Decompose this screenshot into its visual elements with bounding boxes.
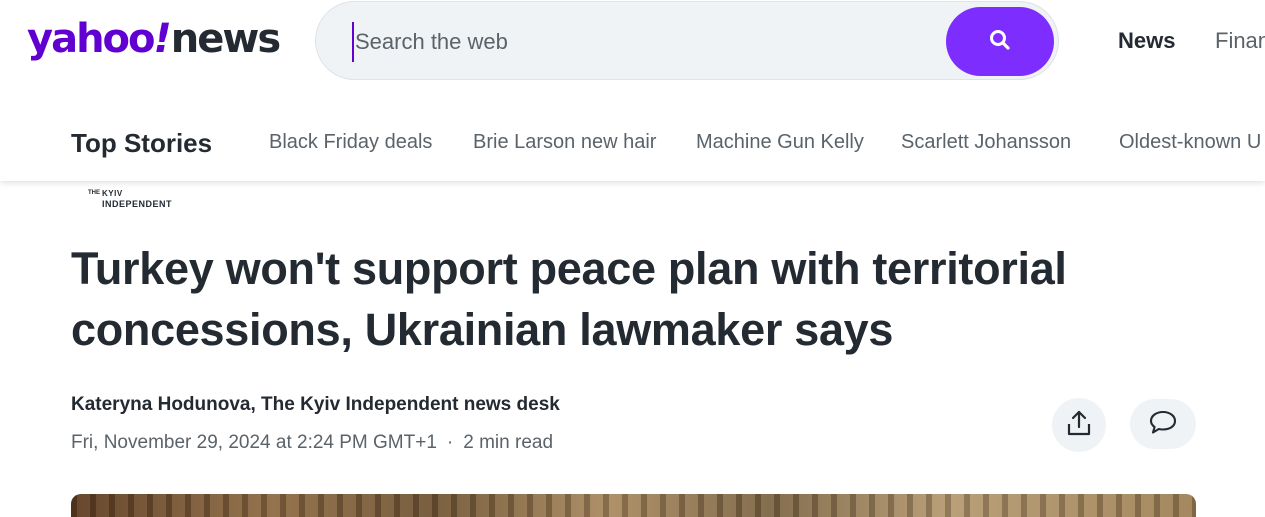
- share-button[interactable]: [1052, 398, 1106, 452]
- trending-link-black-friday[interactable]: Black Friday deals: [269, 131, 432, 154]
- share-icon: [1066, 409, 1092, 442]
- search-input[interactable]: [352, 22, 912, 62]
- trending-link-scarlett-johansson[interactable]: Scarlett Johansson: [901, 131, 1071, 154]
- nav-news[interactable]: News: [1118, 28, 1175, 54]
- article-meta: Fri, November 29, 2024 at 2:24 PM GMT+1 ·…: [71, 432, 553, 454]
- trending-link-machine-gun-kelly[interactable]: Machine Gun Kelly: [696, 131, 864, 154]
- comments-button[interactable]: [1130, 399, 1196, 449]
- comment-icon: [1149, 409, 1177, 440]
- search-bar: [315, 1, 1059, 80]
- logo-brand: yahoo: [27, 16, 156, 62]
- logo-section: news: [170, 16, 281, 62]
- publisher-logo[interactable]: THE KYIV INDEPENDENT: [88, 189, 188, 211]
- article-read-time: 2 min read: [463, 432, 554, 453]
- article-hero-image: [71, 494, 1196, 517]
- publisher-logo-the: THE: [88, 190, 100, 196]
- search-icon: [989, 29, 1011, 54]
- meta-separator: ·: [446, 432, 454, 453]
- site-header: yahoo!news News Finan Top Stories Black …: [0, 0, 1265, 181]
- trending-link-brie-larson[interactable]: Brie Larson new hair: [473, 131, 656, 154]
- publisher-logo-independent: INDEPENDENT: [102, 199, 173, 209]
- top-stories-heading: Top Stories: [71, 128, 213, 158]
- search-button[interactable]: [946, 7, 1054, 76]
- trending-link-oldest-known[interactable]: Oldest-known U: [1119, 131, 1261, 154]
- article-headline: Turkey won't support peace plan with ter…: [71, 243, 1067, 355]
- logo-bang: !: [153, 16, 172, 62]
- nav-finance[interactable]: Finan: [1215, 28, 1265, 54]
- publisher-logo-kyiv: KYIV: [102, 189, 123, 198]
- yahoo-news-logo[interactable]: yahoo! news: [27, 14, 281, 64]
- article-date: Fri, November 29, 2024 at 2:24 PM GMT+1: [71, 432, 437, 453]
- article-byline[interactable]: Kateryna Hodunova, The Kyiv Independent …: [71, 394, 560, 416]
